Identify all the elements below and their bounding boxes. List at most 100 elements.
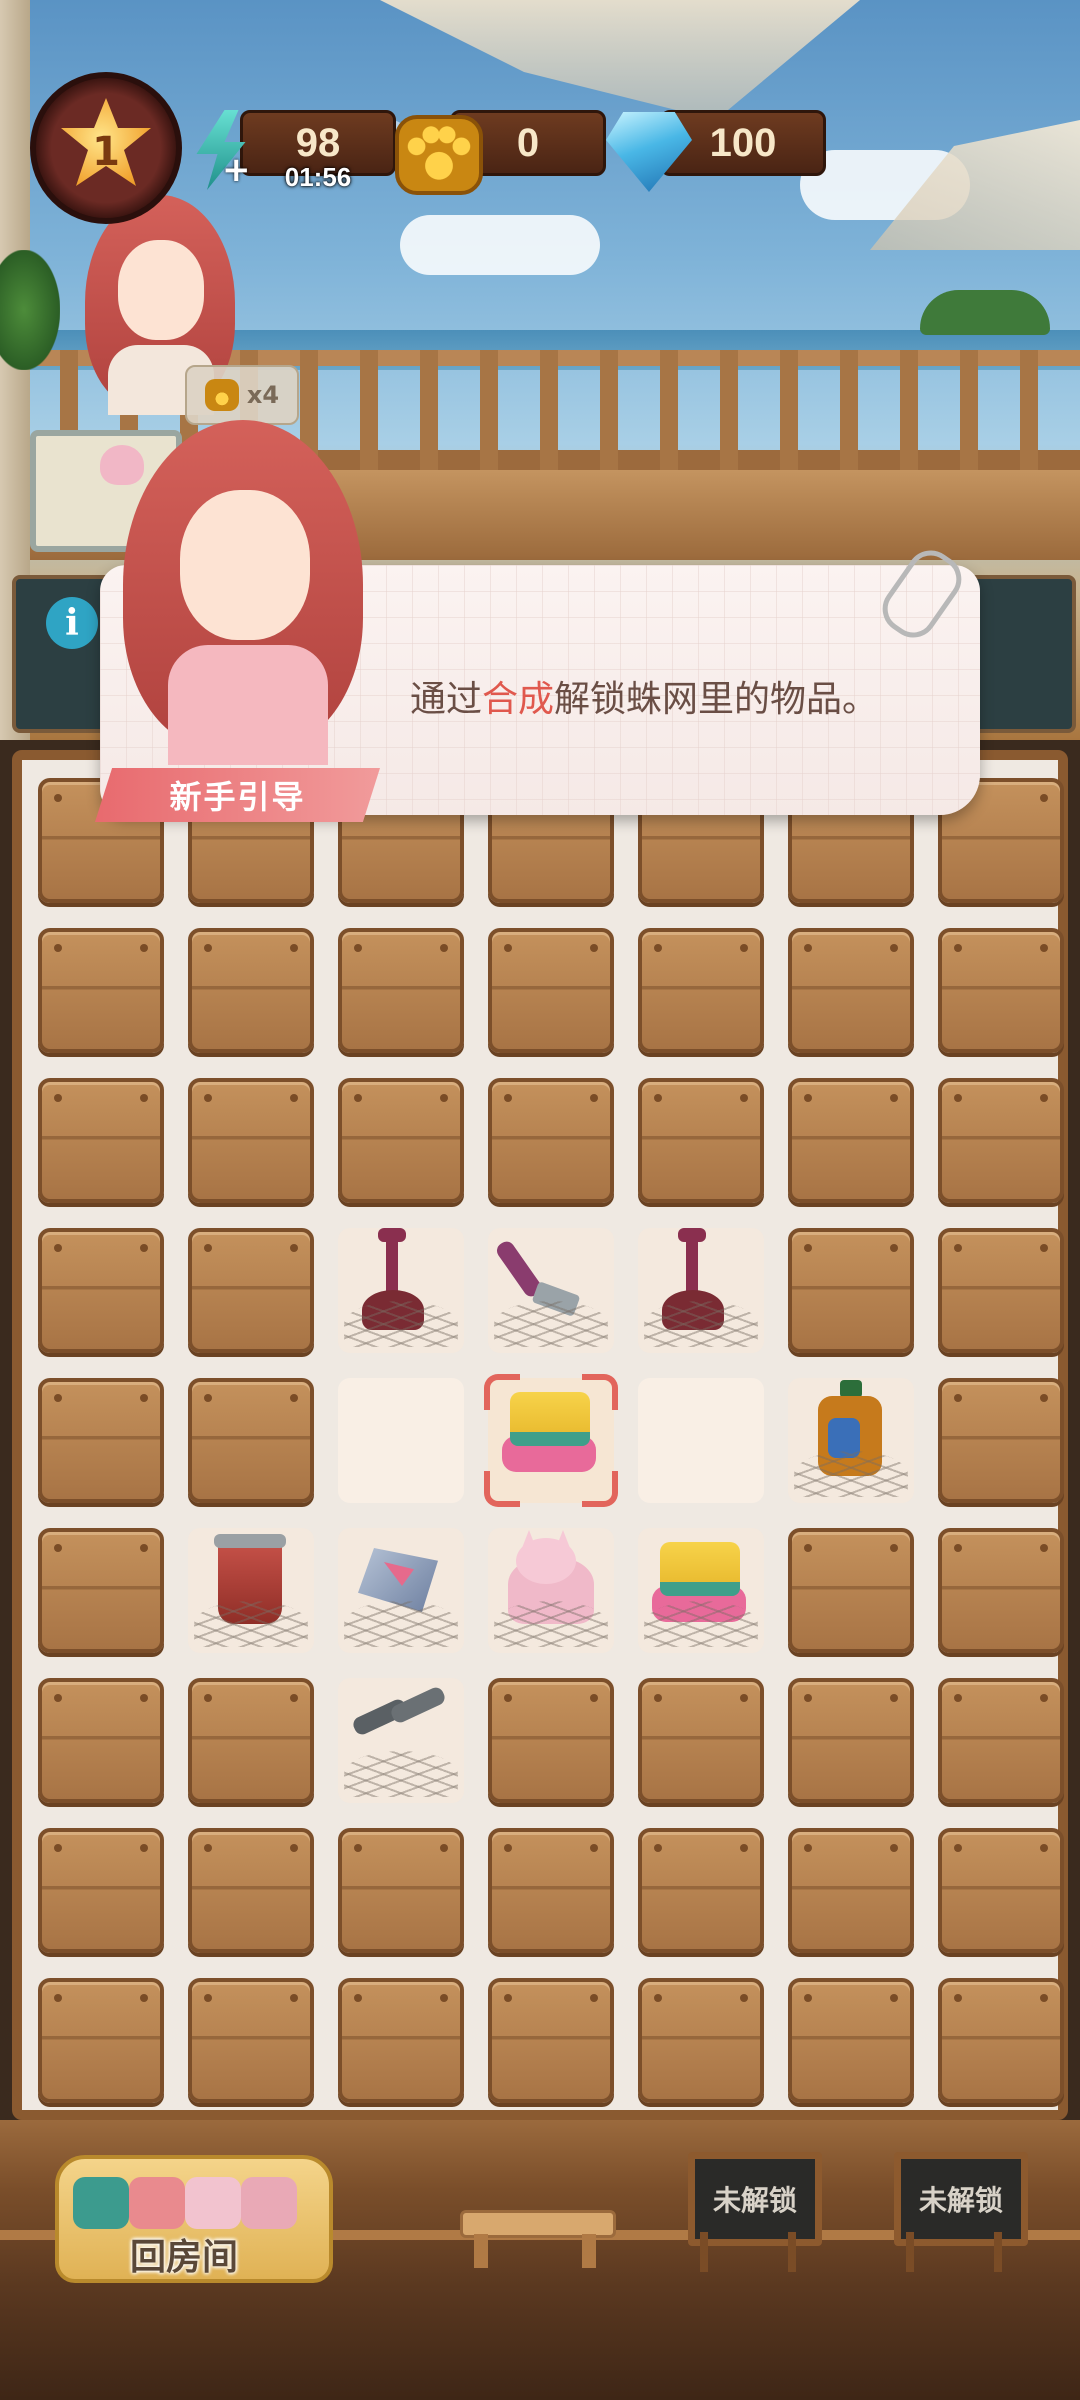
locked-wood-tile [938, 1528, 1064, 1653]
locked-wood-tile [188, 928, 314, 1053]
webbed-item-cell[interactable] [488, 1528, 614, 1653]
locked-wood-tile [188, 1078, 314, 1203]
locked-wood-tile [488, 1678, 614, 1803]
webbed-item-cell[interactable] [338, 1228, 464, 1353]
locked-wood-tile [638, 1978, 764, 2103]
locked-slot-1[interactable]: 未解锁 [678, 2142, 822, 2272]
cloud [400, 215, 600, 275]
locked-wood-tile [38, 928, 164, 1053]
locked-wood-tile [38, 1378, 164, 1503]
locked-wood-tile [788, 1528, 914, 1653]
locked-wood-tile [788, 1078, 914, 1203]
locked-wood-tile [938, 1828, 1064, 1953]
empty-cell[interactable] [338, 1378, 464, 1503]
locked-wood-tile [638, 1078, 764, 1203]
awning [380, 0, 860, 120]
guide-character [108, 420, 398, 765]
locked-label: 未解锁 [712, 2184, 797, 2217]
webbed-item-cell[interactable] [788, 1378, 914, 1503]
spider-web [194, 1601, 308, 1647]
locked-wood-tile [188, 1828, 314, 1953]
locked-wood-tile [788, 1978, 914, 2103]
webbed-item-cell[interactable] [338, 1678, 464, 1803]
spider-web [494, 1301, 608, 1347]
spider-web [344, 1601, 458, 1647]
locked-wood-tile [488, 1828, 614, 1953]
island [920, 290, 1050, 335]
energy-value: 98 [295, 120, 341, 165]
pillow [185, 2177, 241, 2229]
tutorial-text-prefix: 通过 [410, 679, 483, 720]
tutorial-text-suffix: 解锁蛛网里的物品。 [554, 679, 879, 720]
webbed-item-cell[interactable] [338, 1528, 464, 1653]
locked-wood-tile [188, 1978, 314, 2103]
chalkboard: 未解锁 [688, 2152, 822, 2246]
focus-corner-bl [484, 1471, 520, 1507]
chalkboard-leg [994, 2232, 1002, 2272]
locked-wood-tile [638, 1678, 764, 1803]
locked-wood-tile [788, 1228, 914, 1353]
locked-wood-tile [938, 1228, 1064, 1353]
locked-slot-2[interactable]: 未解锁 [884, 2142, 1028, 2272]
webbed-item-cell[interactable] [638, 1528, 764, 1653]
spider-web [794, 1451, 908, 1497]
side-table [460, 2200, 616, 2270]
level-number: 1 [92, 129, 120, 175]
table-leg [474, 2234, 488, 2268]
spider-web [344, 1751, 458, 1797]
selected-item-cell[interactable] [484, 1374, 618, 1507]
empty-cell[interactable] [638, 1378, 764, 1503]
locked-wood-tile [338, 1078, 464, 1203]
table-leg [582, 2234, 596, 2268]
locked-wood-tile [38, 1828, 164, 1953]
spider-web [344, 1301, 458, 1347]
locked-wood-tile [188, 1228, 314, 1353]
locked-wood-tile [638, 1828, 764, 1953]
locked-wood-tile [38, 1528, 164, 1653]
locked-wood-tile [338, 928, 464, 1053]
tutorial-text: 通过合成解锁蛛网里的物品。 [410, 670, 878, 722]
chalkboard: 未解锁 [894, 2152, 1028, 2246]
info-icon[interactable]: i [46, 597, 98, 649]
npc-face [118, 240, 204, 340]
locked-wood-tile [788, 1678, 914, 1803]
locked-wood-tile [38, 1678, 164, 1803]
locked-wood-tile [938, 928, 1064, 1053]
level-badge[interactable]: 1 [30, 72, 182, 224]
chalkboard-leg [906, 2232, 914, 2272]
locked-wood-tile [338, 1828, 464, 1953]
locked-wood-tile [938, 1978, 1064, 2103]
gem-value: 100 [709, 120, 777, 165]
spider-web [494, 1601, 608, 1647]
energy-timer: 01:56 [284, 162, 352, 192]
webbed-item-cell[interactable] [638, 1228, 764, 1353]
focus-corner-br [582, 1471, 618, 1507]
merge-board [12, 750, 1068, 2120]
locked-wood-tile [188, 1378, 314, 1503]
locked-wood-tile [38, 1228, 164, 1353]
back-room-label[interactable]: 回房间 [130, 2228, 238, 2280]
locked-wood-tile [788, 928, 914, 1053]
webbed-item-cell[interactable] [188, 1528, 314, 1653]
star-icon: 1 [61, 98, 151, 186]
plus-icon[interactable]: + [222, 150, 251, 190]
locked-wood-tile [488, 1978, 614, 2103]
chalkboard-leg [700, 2232, 708, 2272]
pillow [73, 2177, 129, 2229]
focus-corner-tr [582, 1374, 618, 1410]
plant [0, 250, 60, 370]
guide-face [180, 490, 310, 640]
pillow [129, 2177, 185, 2229]
webbed-item-cell[interactable] [488, 1228, 614, 1353]
focus-corner-tl [484, 1374, 520, 1410]
spider-web [644, 1601, 758, 1647]
locked-wood-tile [488, 1078, 614, 1203]
locked-wood-tile [938, 1678, 1064, 1803]
locked-label: 未解锁 [918, 2184, 1003, 2217]
locked-wood-tile [338, 1978, 464, 2103]
locked-wood-tile [788, 1828, 914, 1953]
locked-wood-tile [488, 928, 614, 1053]
tutorial-text-highlight: 合成 [482, 679, 555, 720]
locked-wood-tile [38, 1978, 164, 2103]
energy-bar[interactable]: 98 01:56 [240, 110, 396, 192]
